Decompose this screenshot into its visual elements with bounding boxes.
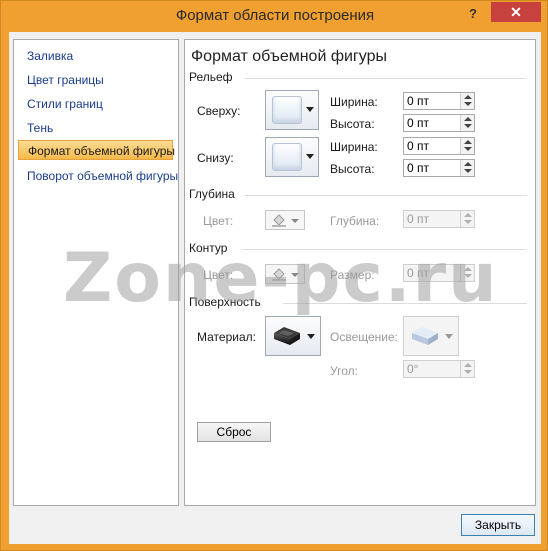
sidebar-item-3d-rotation[interactable]: Поворот объемной фигуры <box>20 166 178 186</box>
arrow-up-icon[interactable] <box>464 213 472 217</box>
relief-top-width-stepper[interactable]: 0 пт <box>403 92 475 110</box>
paint-bucket-icon <box>272 214 286 227</box>
arrow-up-icon[interactable] <box>464 140 472 144</box>
relief-top-label: Сверху: <box>197 104 241 118</box>
close-button[interactable]: Закрыть <box>461 514 535 536</box>
angle-label: Угол: <box>330 364 358 378</box>
lighting-label: Освещение: <box>330 330 398 344</box>
section-surface: Поверхность <box>189 295 261 309</box>
bevel-bottom-icon <box>272 143 302 171</box>
arrow-up-icon[interactable] <box>464 162 472 166</box>
lighting-picker[interactable] <box>403 316 459 356</box>
angle-stepper[interactable]: 0° <box>403 360 475 378</box>
contour-size-label: Размер: <box>330 268 375 282</box>
divider <box>283 303 527 304</box>
relief-bottom-height-stepper[interactable]: 0 пт <box>403 159 475 177</box>
pane-title: Формат объемной фигуры <box>191 48 387 65</box>
depth-color-label: Цвет: <box>203 214 234 228</box>
reset-button[interactable]: Сброс <box>197 422 271 442</box>
contour-color-label: Цвет: <box>203 268 234 282</box>
arrow-down-icon[interactable] <box>464 169 472 173</box>
section-relief: Рельеф <box>189 70 233 84</box>
stepper-buttons[interactable] <box>460 93 474 109</box>
chevron-down-icon <box>291 219 299 223</box>
relief-top-height-stepper[interactable]: 0 пт <box>403 114 475 132</box>
help-button[interactable]: ? <box>462 5 484 23</box>
relief-bottom-label: Снизу: <box>197 151 234 165</box>
chevron-down-icon <box>291 273 299 277</box>
material-picker[interactable] <box>265 316 321 356</box>
stepper-buttons[interactable] <box>460 138 474 154</box>
stepper-value: 0 пт <box>407 116 430 130</box>
relief-top-width-label: Ширина: <box>330 95 378 109</box>
relief-bottom-picker[interactable] <box>265 137 319 177</box>
stepper-value: 0 пт <box>407 266 430 280</box>
arrow-up-icon[interactable] <box>464 267 472 271</box>
format-dialog: Формат области построения ? ✕ Заливка Цв… <box>0 0 548 551</box>
stepper-buttons[interactable] <box>460 160 474 176</box>
arrow-up-icon[interactable] <box>464 363 472 367</box>
stepper-value: 0 пт <box>407 161 430 175</box>
section-contour: Контур <box>189 241 228 255</box>
arrow-down-icon[interactable] <box>464 274 472 278</box>
arrow-down-icon[interactable] <box>464 124 472 128</box>
arrow-down-icon[interactable] <box>464 370 472 374</box>
lighting-icon <box>412 327 438 345</box>
stepper-value: 0 пт <box>407 94 430 108</box>
contour-color-picker[interactable] <box>265 264 305 284</box>
stepper-buttons[interactable] <box>460 115 474 131</box>
divider <box>245 78 527 79</box>
depth-label: Глубина: <box>330 214 380 228</box>
arrow-up-icon[interactable] <box>464 117 472 121</box>
contour-size-stepper[interactable]: 0 пт <box>403 264 475 282</box>
sidebar-item-fill[interactable]: Заливка <box>20 46 176 66</box>
settings-pane: Формат объемной фигуры Рельеф Сверху: Ши… <box>184 39 536 506</box>
sidebar-item-shadow[interactable]: Тень <box>20 118 176 138</box>
paint-bucket-icon <box>272 268 286 281</box>
relief-bottom-height-label: Высота: <box>330 162 375 176</box>
sidebar-item-border-styles[interactable]: Стили границ <box>20 94 176 114</box>
chevron-down-icon <box>307 334 315 339</box>
stepper-buttons[interactable] <box>460 265 474 281</box>
title-bar[interactable]: Формат области построения ? ✕ <box>1 1 548 32</box>
depth-stepper[interactable]: 0 пт <box>403 210 475 228</box>
relief-top-height-label: Высота: <box>330 117 375 131</box>
material-icon <box>274 327 300 345</box>
section-depth: Глубина <box>189 187 235 201</box>
close-window-button[interactable]: ✕ <box>491 2 541 22</box>
chevron-down-icon <box>306 154 314 159</box>
divider <box>245 195 527 196</box>
chevron-down-icon <box>306 107 314 112</box>
relief-bottom-width-label: Ширина: <box>330 140 378 154</box>
relief-top-picker[interactable] <box>265 90 319 130</box>
arrow-up-icon[interactable] <box>464 95 472 99</box>
sidebar-item-border-color[interactable]: Цвет границы <box>20 70 176 90</box>
arrow-down-icon[interactable] <box>464 220 472 224</box>
relief-bottom-width-stepper[interactable]: 0 пт <box>403 137 475 155</box>
arrow-down-icon[interactable] <box>464 147 472 151</box>
bevel-top-icon <box>272 96 302 124</box>
depth-color-picker[interactable] <box>265 210 305 230</box>
arrow-down-icon[interactable] <box>464 102 472 106</box>
stepper-value: 0 пт <box>407 212 430 226</box>
dialog-client: Заливка Цвет границы Стили границ Тень Ф… <box>9 32 541 544</box>
chevron-down-icon <box>445 334 453 339</box>
stepper-value: 0 пт <box>407 139 430 153</box>
stepper-value: 0° <box>407 362 419 376</box>
stepper-buttons[interactable] <box>460 361 474 377</box>
category-list: Заливка Цвет границы Стили границ Тень Ф… <box>13 39 179 506</box>
sidebar-item-3d-format[interactable]: Формат объемной фигуры <box>18 140 175 160</box>
divider <box>241 249 527 250</box>
stepper-buttons[interactable] <box>460 211 474 227</box>
material-label: Материал: <box>197 330 256 344</box>
